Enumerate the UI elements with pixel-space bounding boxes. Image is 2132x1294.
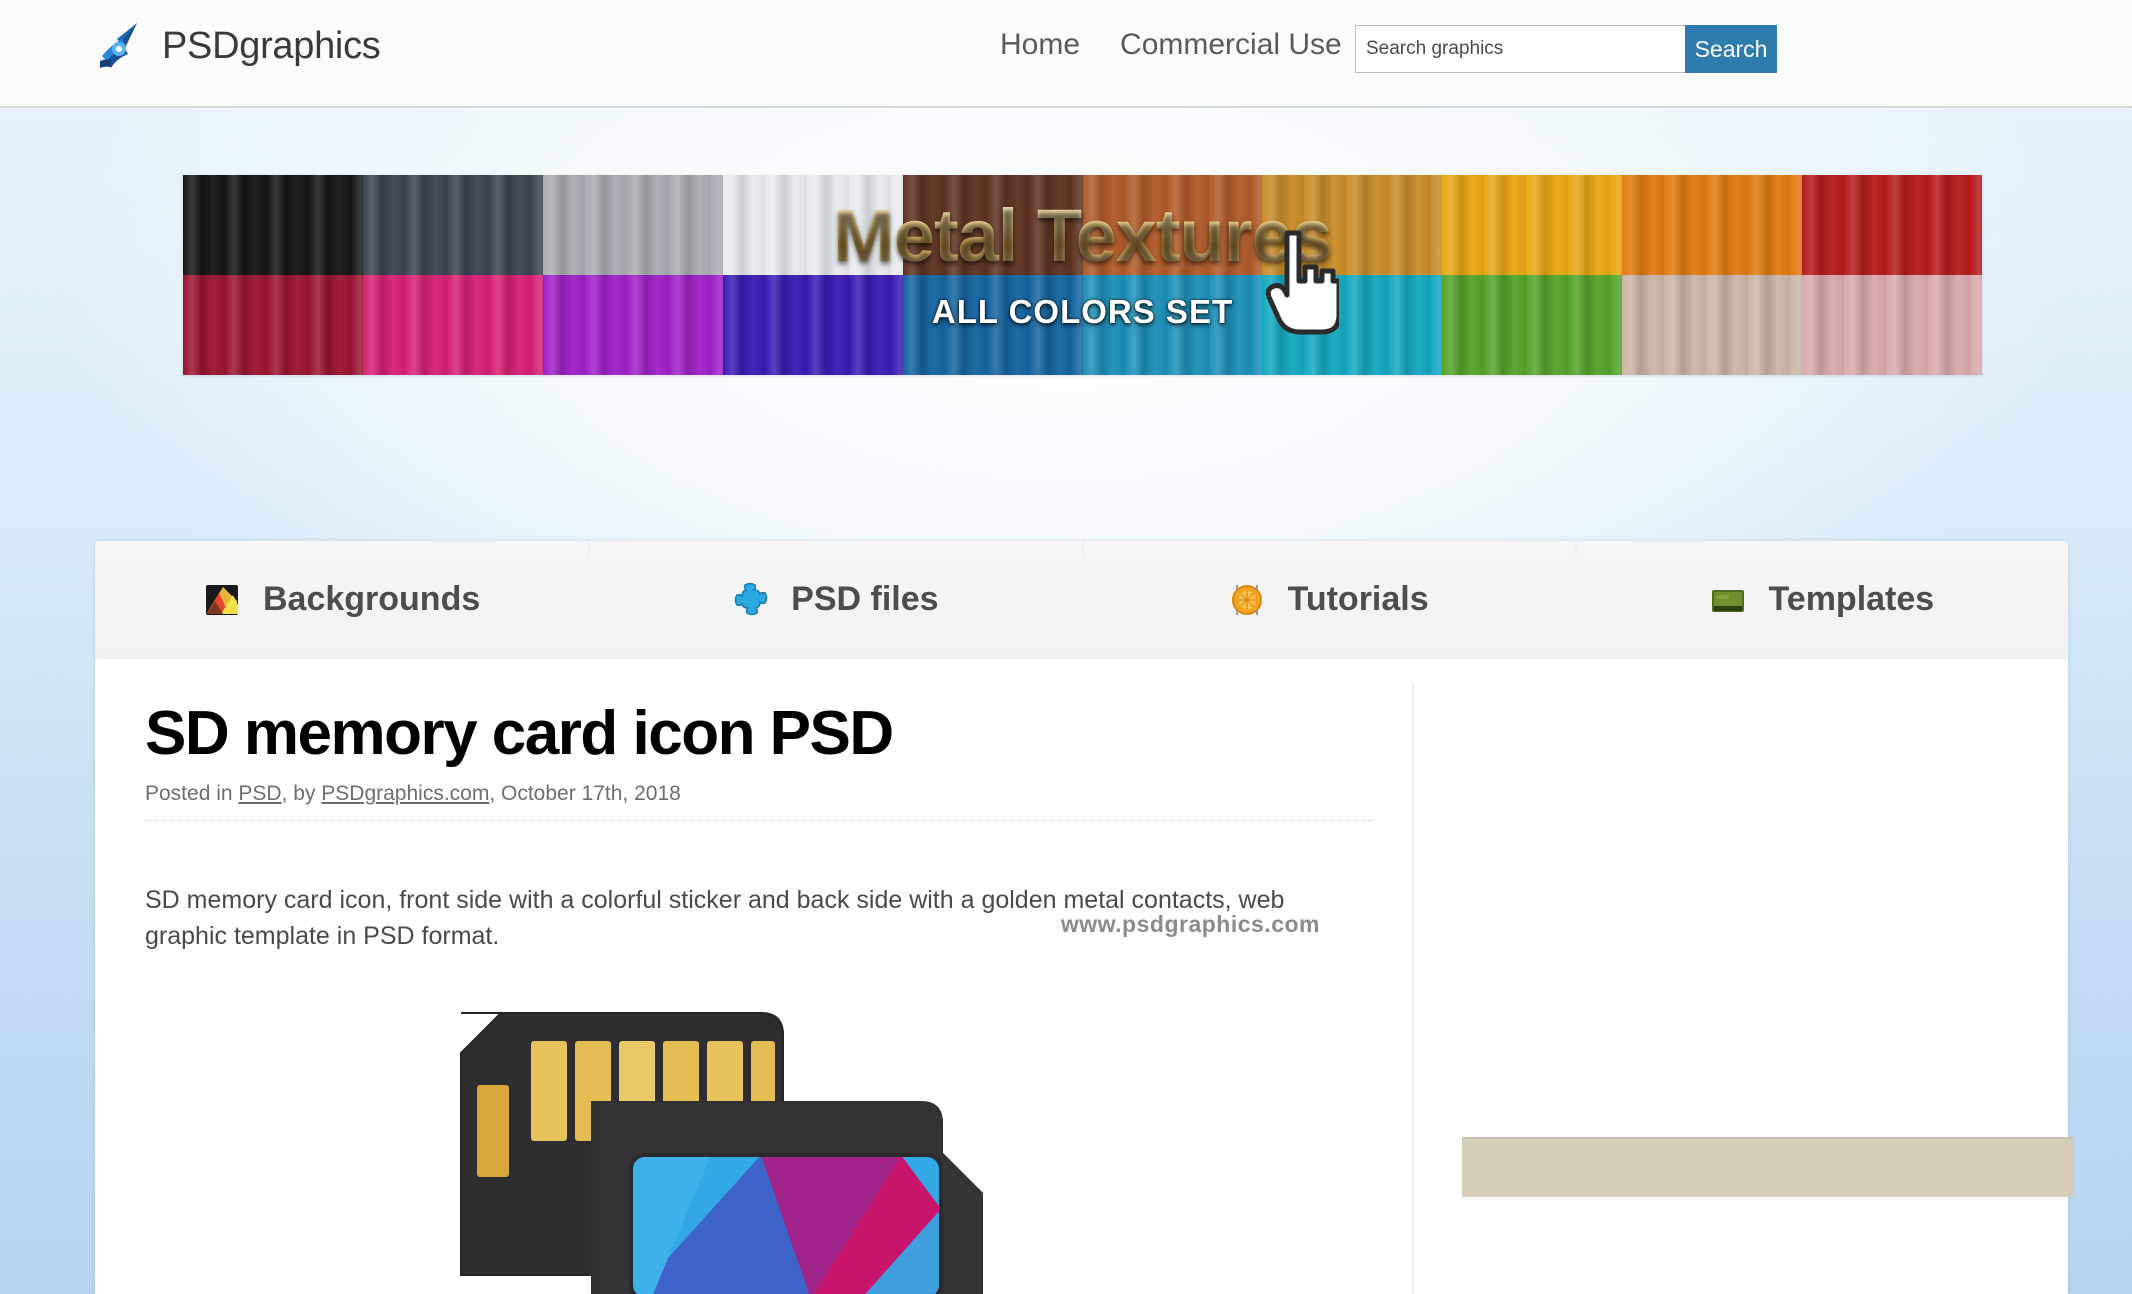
content-card: Backgrounds PSD files Tutorials Template… [95,541,2074,1294]
category-backgrounds[interactable]: Backgrounds [95,541,588,658]
meta-author-link[interactable]: PSDgraphics.com [321,782,489,805]
ad-placeholder[interactable] [1462,1137,2074,1197]
meta-prefix: Posted in [145,782,239,806]
green-template-icon [1709,581,1747,619]
nav-commercial-use[interactable]: Commercial Use [1120,28,1342,62]
page-title: SD memory card icon PSD [145,699,894,768]
puzzle-piece-icon [731,581,769,619]
bird-logo-icon [92,18,148,74]
category-label: Tutorials [1287,580,1429,618]
site-header: PSDgraphics Home Commercial Use Contact … [0,0,2132,108]
colorful-backgrounds-icon [203,581,241,619]
search-input[interactable] [1355,25,1685,73]
metal-textures-banner[interactable]: Metal Textures ALL COLORS SET [183,175,1982,375]
meta-category-link[interactable]: PSD [238,782,281,805]
image-watermark: www.psdgraphics.com [1060,911,1320,937]
banner-title: Metal Textures [183,193,1982,278]
article: SD memory card icon PSD Posted in PSD, b… [95,659,1412,1294]
brand-name: PSDgraphics [162,24,381,67]
meta-date: , October 17th, 2018 [489,782,681,806]
card-body: SD memory card icon PSD Posted in PSD, b… [95,659,2074,1294]
category-label: Backgrounds [262,580,481,618]
sidebar [1412,683,2074,1294]
category-tutorials[interactable]: Tutorials [1081,541,1575,658]
search-button[interactable]: Search [1685,25,1777,73]
nav-home[interactable]: Home [1000,28,1080,62]
category-label: PSD files [791,580,939,618]
category-psd-files[interactable]: PSD files [588,541,1081,658]
site-logo-link[interactable]: PSDgraphics [92,18,381,74]
search-form: Search [1355,25,1777,73]
orange-slice-icon [1228,581,1266,619]
meta-by: , by [281,782,322,806]
article-meta: Posted in PSD, by PSDgraphics.com, Octob… [145,782,1373,822]
sd-memory-card-figure [431,979,1131,1294]
category-navigation: Backgrounds PSD files Tutorials Template… [95,541,2068,659]
category-templates[interactable]: Templates [1574,541,2068,658]
category-label: Templates [1768,580,1935,618]
banner-subtitle: ALL COLORS SET [931,293,1234,330]
